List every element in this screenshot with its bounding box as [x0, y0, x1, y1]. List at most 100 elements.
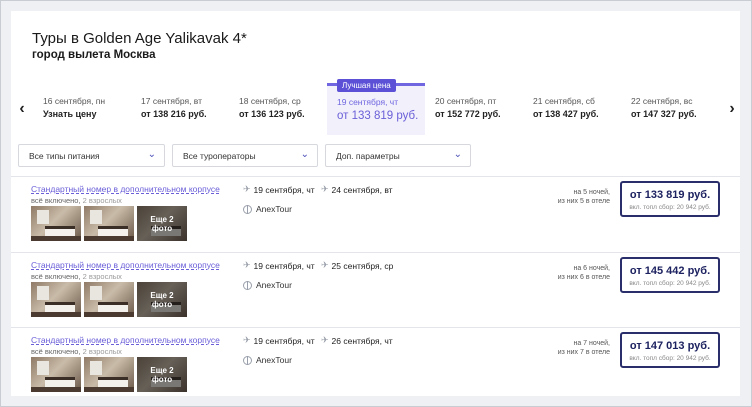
date-cell-16[interactable]: 16 сентября, пн Узнать цену	[33, 83, 131, 135]
plane-icon: ✈	[321, 335, 329, 345]
departure-flight: ✈ 19 сентября, чт	[243, 260, 315, 271]
departure-date: 19 сентября, чт	[253, 260, 315, 271]
globe-icon	[243, 204, 252, 214]
nights-in-hotel: из них 5 в отеле	[557, 198, 610, 205]
return-date: 24 сентября, вт	[331, 184, 393, 195]
tour-operator: AnexTour	[243, 204, 292, 214]
room-name-link[interactable]: Стандартный номер в дополнительном корпу…	[31, 184, 220, 194]
date-label: 16 сентября, пн	[43, 96, 106, 106]
nights-info: на 5 ночей, из них 5 в отеле	[558, 188, 610, 206]
extra-params-select[interactable]: Доп. параметры ⌄	[325, 144, 471, 167]
date-label: 19 сентября, чт	[337, 97, 399, 107]
tour-operator: AnexTour	[243, 280, 292, 290]
date-price: от 147 327 руб.	[631, 109, 697, 119]
chevron-down-icon: ⌄	[147, 149, 156, 160]
chevron-left-icon[interactable]: ‹	[15, 100, 29, 117]
room-meta: всё включено, 2 взрослых	[31, 272, 122, 281]
date-price: от 152 772 руб.	[435, 109, 501, 119]
room-photo[interactable]	[31, 357, 81, 392]
nights-in-hotel: из них 6 в отеле	[557, 274, 610, 281]
date-label: 20 сентября, пт	[435, 96, 497, 106]
price-value: от 145 442 руб.	[629, 265, 711, 277]
room-meta: всё включено, 2 взрослых	[31, 347, 122, 356]
departure-flight: ✈ 19 сентября, чт	[243, 184, 315, 195]
price-button[interactable]: от 145 442 руб. вкл. топл сбор: 20 942 р…	[620, 257, 720, 293]
chevron-right-icon[interactable]: ›	[725, 100, 739, 117]
offer-row: Стандартный номер в дополнительном корпу…	[11, 177, 740, 252]
fuel-fee: вкл. топл сбор: 20 942 руб.	[629, 280, 711, 287]
plane-icon: ✈	[321, 184, 329, 194]
guests: 2 взрослых	[82, 196, 122, 205]
more-photos-button[interactable]: Еще 2 фото	[137, 357, 187, 392]
operator-name: AnexTour	[256, 280, 292, 290]
price-button[interactable]: от 147 013 руб. вкл. топл сбор: 20 942 р…	[620, 332, 720, 368]
fuel-fee: вкл. топл сбор: 20 942 руб.	[629, 355, 711, 362]
date-price: от 138 427 руб.	[533, 109, 599, 119]
return-flight: ✈ 25 сентября, ср	[321, 260, 393, 271]
tour-panel: Туры в Golden Age Yalikavak 4* город выл…	[11, 11, 740, 396]
operator-name: AnexTour	[256, 355, 292, 365]
date-price: от 136 123 руб.	[239, 109, 305, 119]
nights-count: на 6 ночей,	[573, 265, 610, 272]
room-photo[interactable]	[84, 206, 134, 241]
guests: 2 взрослых	[82, 272, 122, 281]
operator-value: Все туроператоры	[183, 150, 256, 161]
return-flight: ✈ 24 сентября, вт	[321, 184, 393, 195]
departure-city: город вылета Москва	[32, 49, 156, 61]
plane-icon: ✈	[243, 335, 251, 345]
price-value: от 147 013 руб.	[629, 340, 711, 352]
plane-icon: ✈	[243, 260, 251, 270]
date-cell-17[interactable]: 17 сентября, вт от 138 216 руб.	[131, 83, 229, 135]
return-flight: ✈ 26 сентября, чт	[321, 335, 393, 346]
best-price-badge: Лучшая цена	[337, 79, 396, 92]
chevron-down-icon: ⌄	[453, 149, 462, 160]
date-cell-20[interactable]: 20 сентября, пт от 152 772 руб.	[425, 83, 523, 135]
nights-count: на 7 ночей,	[573, 340, 610, 347]
date-label: 18 сентября, ср	[239, 96, 301, 106]
chevron-down-icon: ⌄	[300, 149, 309, 160]
more-photos-button[interactable]: Еще 2 фото	[137, 206, 187, 241]
meal-plan: всё включено,	[31, 347, 81, 356]
tour-operator: AnexTour	[243, 355, 292, 365]
globe-icon	[243, 280, 252, 290]
date-label: 21 сентября, сб	[533, 96, 595, 106]
room-name-link[interactable]: Стандартный номер в дополнительном корпу…	[31, 335, 220, 345]
offer-row: Стандартный номер в дополнительном корпу…	[11, 328, 740, 396]
guests: 2 взрослых	[82, 347, 122, 356]
return-date: 25 сентября, ср	[331, 260, 394, 271]
extra-params-value: Доп. параметры	[336, 150, 400, 161]
room-photo[interactable]	[31, 282, 81, 317]
date-price: от 133 819 руб.	[337, 110, 419, 122]
offer-row: Стандартный номер в дополнительном корпу…	[11, 253, 740, 328]
departure-date: 19 сентября, чт	[253, 184, 315, 195]
plane-icon: ✈	[321, 260, 329, 270]
date-price: от 138 216 руб.	[141, 109, 207, 119]
meal-plan: всё включено,	[31, 196, 81, 205]
departure-flight: ✈ 19 сентября, чт	[243, 335, 315, 346]
page-title: Туры в Golden Age Yalikavak 4*	[32, 30, 247, 47]
date-cell-22[interactable]: 22 сентября, вс от 147 327 руб.	[621, 83, 719, 135]
more-photos-button[interactable]: Еще 2 фото	[137, 282, 187, 317]
plane-icon: ✈	[243, 184, 251, 194]
price-button[interactable]: от 133 819 руб. вкл. топл сбор: 20 942 р…	[620, 181, 720, 217]
fuel-fee: вкл. топл сбор: 20 942 руб.	[629, 204, 711, 211]
meal-type-select[interactable]: Все типы питания ⌄	[18, 144, 165, 167]
nights-count: на 5 ночей,	[573, 189, 610, 196]
date-label: 22 сентября, вс	[631, 96, 693, 106]
room-photo[interactable]	[31, 206, 81, 241]
date-price: Узнать цену	[43, 109, 97, 119]
date-cell-18[interactable]: 18 сентября, ср от 136 123 руб.	[229, 83, 327, 135]
room-photo[interactable]	[84, 282, 134, 317]
departure-date: 19 сентября, чт	[253, 335, 315, 346]
price-value: от 133 819 руб.	[629, 189, 711, 201]
room-meta: всё включено, 2 взрослых	[31, 196, 122, 205]
room-photo[interactable]	[84, 357, 134, 392]
operator-name: AnexTour	[256, 204, 292, 214]
meal-type-value: Все типы питания	[29, 150, 100, 161]
return-date: 26 сентября, чт	[331, 335, 393, 346]
room-name-link[interactable]: Стандартный номер в дополнительном корпу…	[31, 260, 220, 270]
globe-icon	[243, 355, 252, 365]
date-cell-21[interactable]: 21 сентября, сб от 138 427 руб.	[523, 83, 621, 135]
operator-select[interactable]: Все туроператоры ⌄	[172, 144, 318, 167]
nights-info: на 7 ночей, из них 7 в отеле	[558, 339, 610, 357]
